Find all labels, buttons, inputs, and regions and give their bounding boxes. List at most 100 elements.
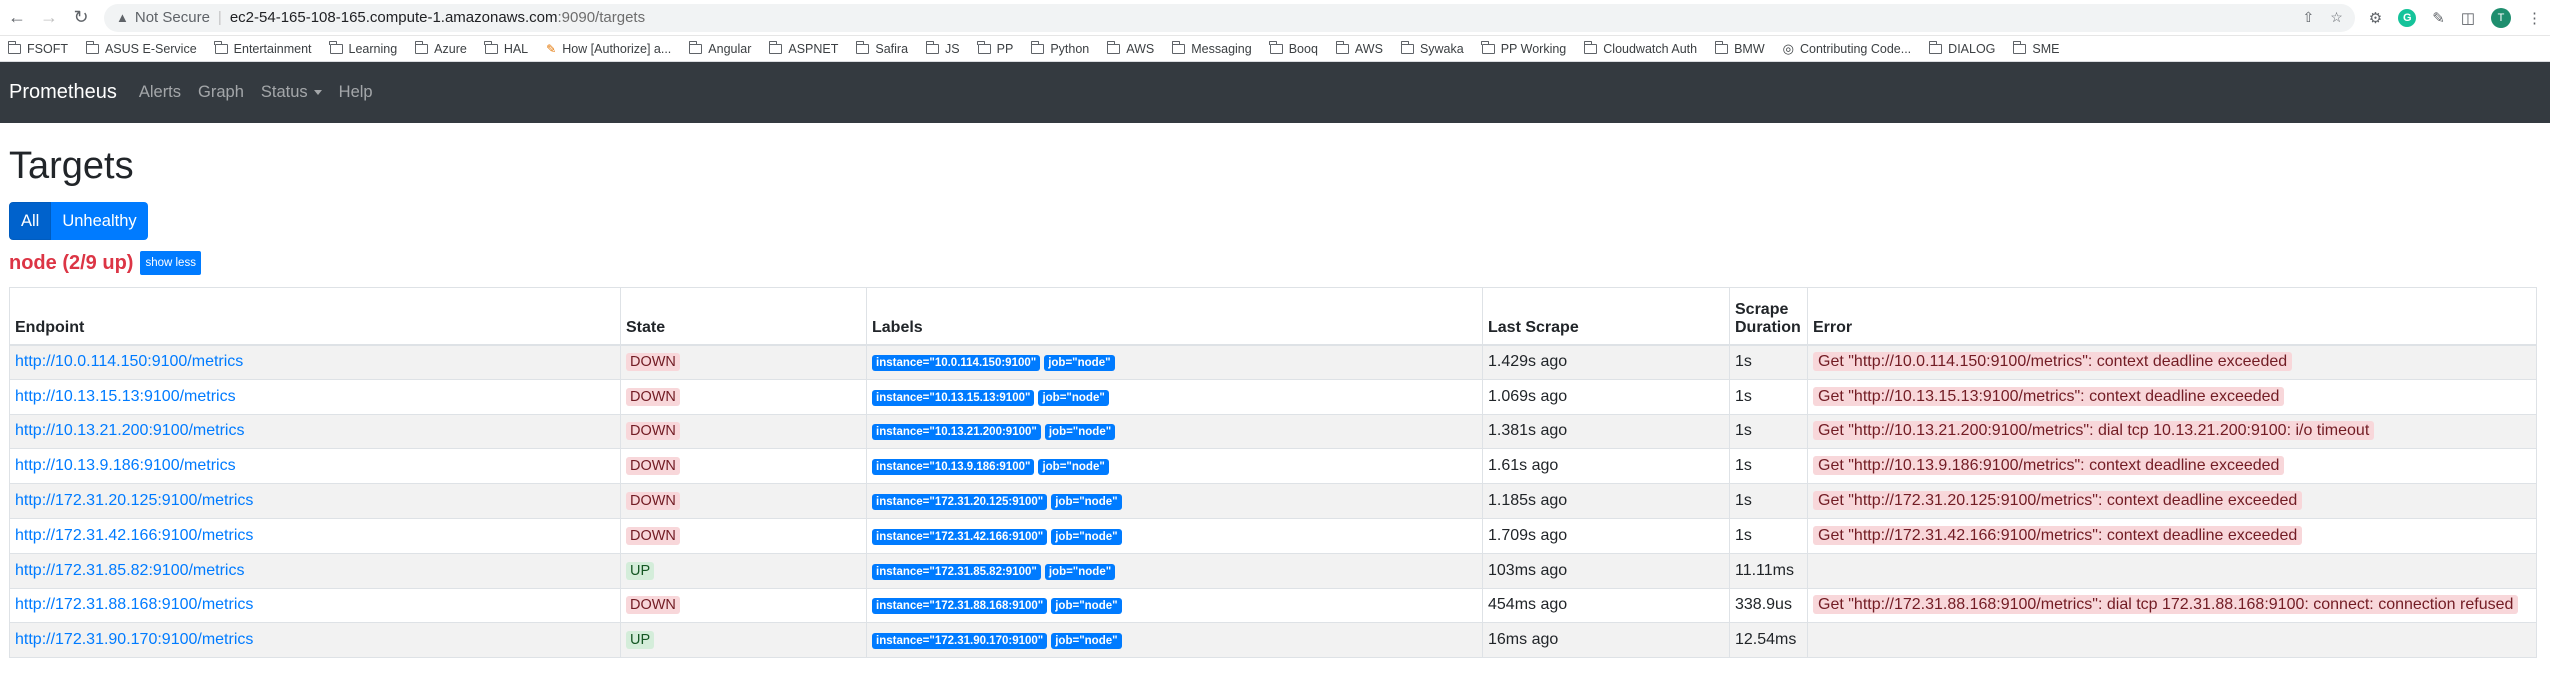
bookmark-item[interactable]: JS bbox=[925, 40, 960, 56]
last-scrape-cell: 1.61s ago bbox=[1482, 448, 1730, 485]
endpoint-cell: http://172.31.90.170:9100/metrics bbox=[9, 622, 621, 659]
bookmark-item[interactable]: PP bbox=[977, 40, 1013, 56]
bookmark-item[interactable]: FSOFT bbox=[7, 40, 68, 56]
col-scrape-duration-line1: Scrape bbox=[1735, 300, 1789, 318]
scrape-duration-cell: 338.9us bbox=[1729, 587, 1808, 624]
bookmark-label: Angular bbox=[708, 41, 752, 56]
profile-avatar[interactable]: T bbox=[2491, 7, 2511, 28]
bookmark-item[interactable]: AWS bbox=[1335, 40, 1383, 56]
bookmark-item[interactable]: DIALOG bbox=[1928, 40, 1995, 56]
nav-help[interactable]: Help bbox=[339, 83, 373, 102]
nav-status-dropdown[interactable]: Status bbox=[261, 83, 322, 102]
sidebar-toggle-icon[interactable]: ◫ bbox=[2461, 9, 2475, 27]
error-badge: Get "http://172.31.20.125:9100/metrics":… bbox=[1813, 491, 2303, 511]
labels-cell: instance="172.31.85.82:9100" job="node" bbox=[866, 552, 1483, 589]
state-badge: DOWN bbox=[626, 457, 680, 476]
bookmark-item[interactable]: ASUS E-Service bbox=[85, 40, 197, 56]
endpoint-link[interactable]: http://172.31.20.125:9100/metrics bbox=[15, 492, 253, 509]
col-state: State bbox=[620, 287, 867, 346]
job-label-badge: job="node" bbox=[1044, 563, 1116, 580]
prometheus-navbar: Prometheus Alerts Graph Status Help bbox=[0, 62, 2550, 123]
error-badge: Get "http://10.13.15.13:9100/metrics": c… bbox=[1813, 386, 2285, 406]
warning-triangle-icon[interactable]: ▲ bbox=[116, 10, 129, 25]
filter-unhealthy-button[interactable]: Unhealthy bbox=[51, 202, 148, 240]
bookmark-item[interactable]: ASPNET bbox=[768, 40, 839, 56]
folder-icon bbox=[1171, 40, 1186, 54]
gear-extension-icon[interactable]: ⚙ bbox=[2369, 9, 2382, 27]
bookmark-item[interactable]: Entertainment bbox=[214, 40, 312, 56]
endpoint-cell: http://10.13.9.186:9100/metrics bbox=[9, 448, 621, 485]
endpoint-link[interactable]: http://10.13.15.13:9100/metrics bbox=[15, 388, 236, 405]
bookmark-item[interactable]: Learning bbox=[329, 40, 397, 56]
reload-icon[interactable]: ↻ bbox=[72, 7, 90, 28]
bookmark-label: ASPNET bbox=[788, 41, 839, 56]
bookmark-star-icon[interactable]: ☆ bbox=[2330, 9, 2343, 26]
error-badge: Get "http://10.13.9.186:9100/metrics": c… bbox=[1813, 456, 2285, 476]
bookmark-item[interactable]: ✎ How [Authorize] a... bbox=[546, 42, 671, 56]
endpoint-link[interactable]: http://10.13.9.186:9100/metrics bbox=[15, 457, 236, 474]
folder-icon bbox=[1714, 40, 1729, 54]
bookmark-item[interactable]: Messaging bbox=[1171, 40, 1252, 56]
security-label: Not Secure bbox=[134, 9, 210, 26]
col-error: Error bbox=[1807, 287, 2537, 346]
state-badge: DOWN bbox=[626, 596, 680, 615]
labels-cell: instance="172.31.90.170:9100" job="node" bbox=[866, 622, 1483, 659]
brand-link[interactable]: Prometheus bbox=[9, 81, 117, 104]
bookmark-item[interactable]: SME bbox=[2013, 40, 2060, 56]
endpoint-link[interactable]: http://10.13.21.200:9100/metrics bbox=[15, 422, 244, 439]
bookmark-item[interactable]: Python bbox=[1030, 40, 1089, 56]
bookmark-item[interactable]: Booq bbox=[1269, 40, 1318, 56]
grammarly-icon[interactable]: G bbox=[2398, 8, 2417, 27]
error-cell bbox=[1807, 552, 2537, 589]
labels-cell: instance="10.13.15.13:9100" job="node" bbox=[866, 378, 1483, 415]
folder-icon bbox=[85, 40, 99, 54]
bookmark-item[interactable]: Cloudwatch Auth bbox=[1583, 40, 1697, 56]
job-label-badge: job="node" bbox=[1051, 494, 1122, 511]
folder-icon bbox=[1400, 40, 1414, 54]
bookmark-item[interactable]: Azure bbox=[414, 40, 467, 56]
state-cell: DOWN bbox=[620, 587, 867, 624]
bookmark-label: Safira bbox=[875, 41, 909, 56]
state-badge: DOWN bbox=[626, 526, 680, 545]
folder-icon bbox=[2013, 40, 2027, 54]
folder-icon bbox=[214, 40, 228, 54]
bookmark-item[interactable]: Angular bbox=[688, 40, 752, 56]
endpoint-link[interactable]: http://172.31.90.170:9100/metrics bbox=[15, 631, 253, 648]
puzzle-extensions-icon[interactable]: ✎ bbox=[2432, 9, 2445, 27]
filter-all-button[interactable]: All bbox=[9, 202, 52, 240]
job-label-badge: job="node" bbox=[1044, 355, 1115, 372]
scrape-duration-cell: 1s bbox=[1729, 413, 1808, 450]
endpoint-link[interactable]: http://172.31.88.168:9100/metrics bbox=[15, 596, 253, 613]
endpoint-link[interactable]: http://172.31.42.166:9100/metrics bbox=[15, 527, 253, 544]
bookmark-label: Azure bbox=[434, 41, 467, 56]
browser-toolbar: ← → ↻ ▲ Not Secure | ec2-54-165-108-165.… bbox=[0, 0, 2550, 36]
table-row: http://172.31.85.82:9100/metrics UP instan… bbox=[9, 552, 2537, 589]
table-row: http://10.13.9.186:9100/metrics DOWN insta… bbox=[9, 448, 2537, 485]
bookmark-item[interactable]: HAL bbox=[484, 40, 528, 56]
scrape-duration-cell: 1s bbox=[1729, 517, 1808, 554]
forward-arrow-icon[interactable]: → bbox=[40, 7, 58, 28]
scrape-pool-name[interactable]: node (2/9 up) bbox=[9, 252, 133, 275]
bookmark-label: AWS bbox=[1126, 41, 1155, 56]
endpoint-link[interactable]: http://172.31.85.82:9100/metrics bbox=[15, 562, 244, 579]
nav-graph[interactable]: Graph bbox=[198, 83, 244, 102]
folder-icon bbox=[414, 40, 429, 54]
filter-toggle-group: All Unhealthy bbox=[9, 202, 2550, 240]
bookmark-item[interactable]: PP Working bbox=[1481, 40, 1566, 56]
nav-status-label: Status bbox=[260, 83, 308, 101]
error-cell: Get "http://172.31.42.166:9100/metrics":… bbox=[1807, 517, 2537, 554]
bookmark-item[interactable]: ◎ Contributing Code... bbox=[1783, 41, 1912, 57]
folder-icon bbox=[1106, 40, 1121, 54]
address-bar[interactable]: ▲ Not Secure | ec2-54-165-108-165.comput… bbox=[104, 3, 2355, 32]
show-less-button[interactable]: show less bbox=[140, 251, 201, 275]
nav-alerts[interactable]: Alerts bbox=[139, 83, 181, 102]
bookmark-item[interactable]: Sywaka bbox=[1400, 40, 1464, 56]
share-icon[interactable]: ⇧ bbox=[2302, 9, 2314, 26]
bookmark-item[interactable]: Safira bbox=[855, 40, 909, 56]
bookmark-item[interactable]: BMW bbox=[1714, 40, 1765, 56]
bookmark-label: BMW bbox=[1734, 41, 1765, 56]
back-arrow-icon[interactable]: ← bbox=[8, 7, 26, 28]
menu-kebab-icon[interactable]: ⋮ bbox=[2527, 9, 2542, 27]
bookmark-item[interactable]: AWS bbox=[1106, 40, 1155, 56]
endpoint-link[interactable]: http://10.0.114.150:9100/metrics bbox=[15, 353, 243, 370]
